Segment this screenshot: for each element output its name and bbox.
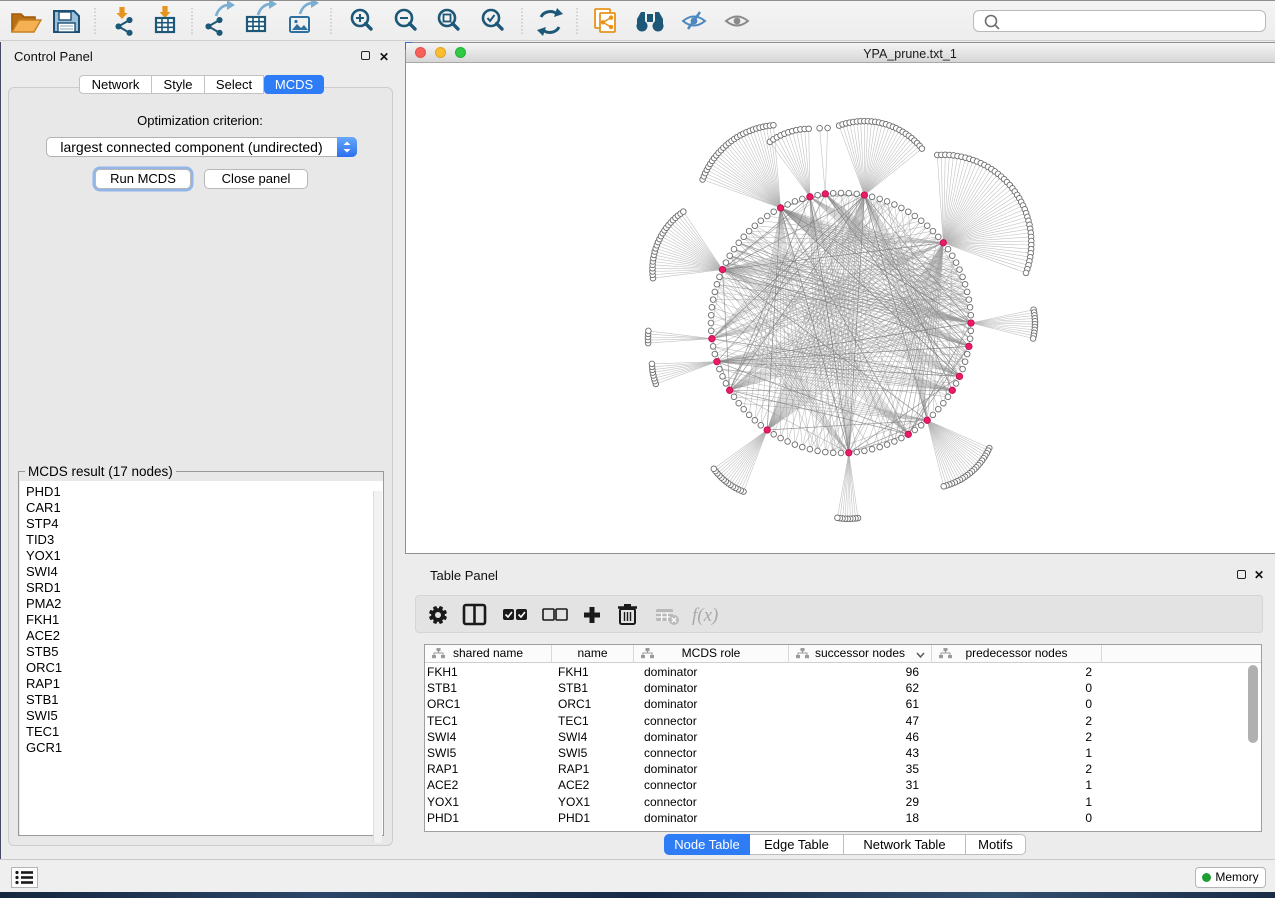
svg-text:f(x): f(x)	[692, 605, 718, 626]
